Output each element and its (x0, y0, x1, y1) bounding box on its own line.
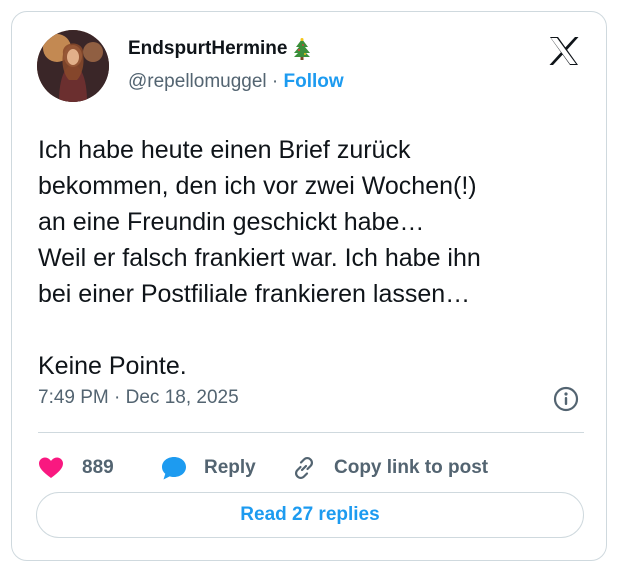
handle-row: @repellomuggel · Follow (128, 71, 344, 93)
post-line: an eine Freundin geschickt habe… (38, 208, 425, 236)
author-display-name[interactable]: EndspurtHermine (128, 38, 287, 60)
reply-button[interactable]: Reply (160, 446, 256, 490)
post-timestamp[interactable]: 7:49 PM · Dec 18, 2025 (38, 387, 239, 409)
reply-label: Reply (204, 457, 256, 478)
post-line: Ich habe heute einen Brief zurück (38, 136, 411, 164)
separator-dot: · (271, 71, 279, 92)
post-card: EndspurtHermine @repellomuggel · Follow … (11, 11, 607, 561)
author-name-row[interactable]: EndspurtHermine (128, 38, 311, 60)
post-line: bekommen, den ich vor zwei Wochen(!) (38, 172, 477, 200)
christmas-tree-icon (293, 38, 311, 60)
link-icon (290, 454, 318, 482)
reply-bubble-icon (160, 455, 188, 481)
post-line: bei einer Postfiliale frankieren lassen… (38, 280, 471, 308)
post-line: Keine Pointe. (38, 352, 187, 380)
follow-button[interactable]: Follow (284, 71, 344, 92)
copy-link-button[interactable]: Copy link to post (290, 446, 488, 490)
heart-icon (38, 456, 64, 480)
divider (38, 432, 584, 433)
read-replies-button[interactable]: Read 27 replies (36, 492, 584, 538)
author-handle[interactable]: @repellomuggel (128, 71, 267, 92)
post-line: Weil er falsch frankiert war. Ich habe i… (38, 244, 481, 272)
avatar[interactable] (37, 30, 109, 102)
x-logo-icon[interactable] (548, 36, 580, 66)
info-icon[interactable] (552, 385, 580, 413)
copy-link-label: Copy link to post (334, 457, 489, 478)
like-button[interactable]: 889 (38, 446, 114, 490)
action-bar: 889 Reply Copy link to post (38, 446, 584, 490)
like-count: 889 (82, 457, 114, 478)
post-body: Ich habe heute einen Brief zurück bekomm… (38, 132, 598, 384)
